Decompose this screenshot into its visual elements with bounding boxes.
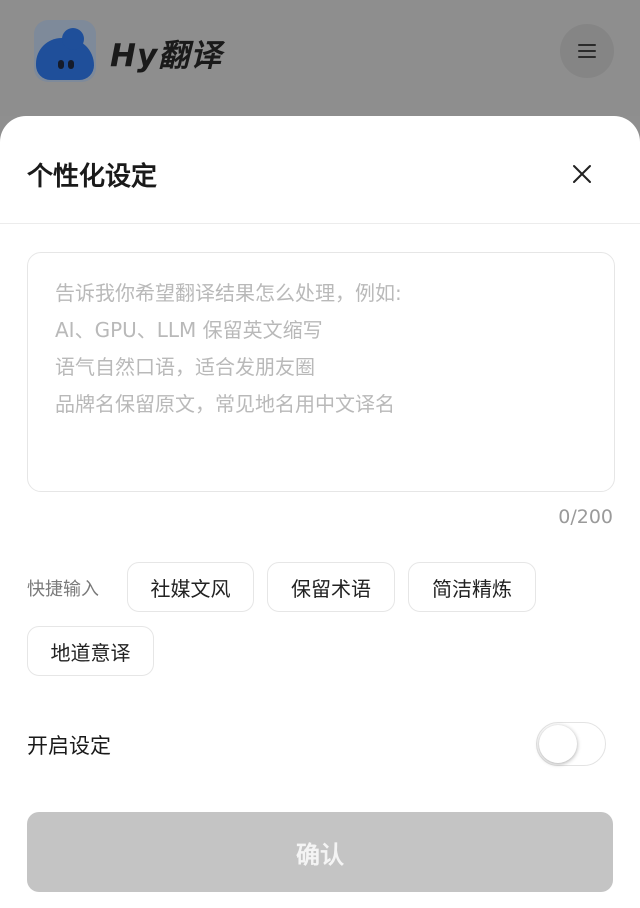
app-title: Hy翻译	[110, 38, 223, 74]
char-counter: 0/200	[558, 506, 613, 528]
placeholder-line: 语气自然口语，适合发朋友圈	[55, 355, 315, 379]
placeholder-line: 品牌名保留原文，常见地名用中文译名	[55, 392, 395, 416]
app-logo-icon	[34, 20, 96, 82]
placeholder-line: AI、GPU、LLM 保留英文缩写	[55, 318, 323, 342]
chip-social-style[interactable]: 社媒文风	[127, 562, 254, 612]
personalization-sheet: 个性化设定 告诉我你希望翻译结果怎么处理，例如: AI、GPU、LLM 保留英文…	[0, 116, 640, 908]
close-button[interactable]	[562, 154, 602, 194]
quick-input-label: 快捷输入	[27, 579, 99, 600]
logo-eye-right	[68, 60, 74, 69]
chip-idiomatic[interactable]: 地道意译	[27, 626, 154, 676]
instruction-textarea[interactable]: 告诉我你希望翻译结果怎么处理，例如: AI、GPU、LLM 保留英文缩写 语气自…	[27, 252, 615, 492]
hamburger-menu-icon[interactable]	[560, 24, 614, 78]
app-header: Hy翻译	[0, 0, 640, 116]
sheet-title: 个性化设定	[27, 162, 158, 192]
placeholder-line: 告诉我你希望翻译结果怎么处理，例如:	[55, 281, 402, 305]
menu-bar	[578, 50, 596, 52]
chip-keep-terms[interactable]: 保留术语	[267, 562, 395, 612]
menu-bar	[578, 56, 596, 58]
logo-eye-left	[58, 60, 64, 69]
divider	[0, 223, 640, 224]
close-icon	[573, 165, 591, 183]
toggle-label: 开启设定	[27, 734, 111, 758]
chip-concise[interactable]: 简洁精炼	[408, 562, 536, 612]
menu-bar	[578, 44, 596, 46]
logo-blob	[36, 28, 94, 80]
confirm-button[interactable]: 确认	[27, 812, 613, 892]
toggle-knob	[539, 725, 577, 763]
enable-settings-toggle[interactable]	[536, 722, 606, 766]
